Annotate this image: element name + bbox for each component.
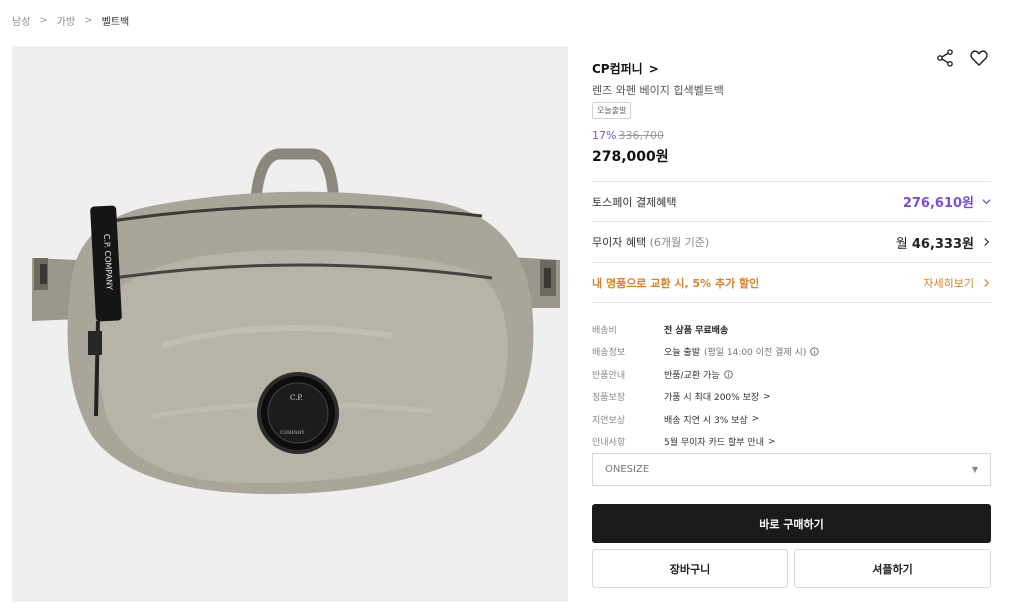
chevron-right-icon: > [648, 61, 659, 76]
detail-row-returns: 반품안내 반품/교환 가능 [592, 363, 991, 386]
installment-benefit-row[interactable]: 무이자 혜택 (6개월 기준) 월 46,333원 [592, 221, 991, 262]
discount-rate: 17% [592, 129, 617, 142]
installment-detail[interactable]: 월 46,333원 [896, 233, 991, 252]
detail-label: 배송정보 [592, 348, 626, 359]
detail-value-wrap: 5월 무이자 카드 할부 안내 > [664, 435, 776, 449]
installment-prefix: 월 [895, 236, 908, 252]
chevron-right-icon: > [763, 391, 771, 402]
price-original-row: 17% 336,700 [592, 129, 664, 142]
detail-label: 지연보상 [592, 415, 626, 426]
installment-value: 46,333원 [911, 236, 974, 252]
chevron-right-icon: > [39, 15, 48, 26]
detail-value-wrap: 가품 시 최대 200% 보장 > [664, 390, 771, 404]
breadcrumb: 남성 > 가방 > 벨트백 [12, 13, 129, 28]
installment-amount: 월 46,333원 [896, 233, 974, 252]
brand-name: CP컴퍼니 [592, 62, 643, 76]
sale-price: 278,000원 [592, 149, 669, 165]
breadcrumb-item-men[interactable]: 남성 [12, 13, 30, 28]
share-shopping-button[interactable]: 셔플하기 [794, 549, 991, 588]
chevron-right-icon [984, 237, 990, 247]
brand-link[interactable]: CP컴퍼니 > [592, 60, 659, 77]
size-select[interactable]: ONESIZE ▼ [592, 453, 991, 486]
chevron-right-icon: > [767, 436, 776, 447]
breadcrumb-item-bags[interactable]: 가방 [57, 13, 75, 28]
detail-label: 반품안내 [592, 370, 626, 381]
exchange-detail-text: 자세히보기 [923, 276, 974, 290]
detail-value-wrap: 반품/교환 가능 [664, 368, 733, 381]
detail-value: 배송 지연 시 3% 보상 [664, 415, 748, 426]
detail-row-shipping-fee: 배송비 전 상품 무료배송 [592, 318, 991, 341]
chevron-right-icon [984, 278, 990, 287]
installment-label: 무이자 혜택 [592, 236, 647, 249]
size-select-value: ONESIZE [605, 464, 650, 475]
share-icon[interactable] [935, 48, 955, 68]
svg-text:COMPANY: COMPANY [280, 430, 306, 436]
info-icon[interactable] [723, 370, 733, 379]
exchange-discount-row[interactable]: 내 명품으로 교환 시, 5% 추가 할인 자세히보기 [592, 262, 991, 303]
detail-row-delay-comp[interactable]: 지연보상 배송 지연 시 3% 보상 > [592, 408, 991, 431]
exchange-detail-link[interactable]: 자세히보기 [923, 275, 991, 291]
shipping-badge: 오늘출발 [592, 102, 632, 119]
detail-note: (평일 14:00 이전 결제 시) [703, 348, 807, 359]
exchange-discount-label: 내 명품으로 교환 시, 5% 추가 할인 [592, 276, 760, 290]
detail-row-notice[interactable]: 안내사항 5월 무이자 카드 할부 안내 > [592, 431, 991, 454]
info-icon[interactable] [810, 347, 820, 356]
tosspay-price: 276,610원 [902, 196, 974, 211]
buy-now-button[interactable]: 바로 구매하기 [592, 504, 991, 543]
chevron-right-icon: > [84, 15, 93, 26]
action-icons [935, 48, 989, 68]
detail-value: 가품 시 최대 200% 보장 [664, 393, 760, 404]
detail-label: 정품보장 [592, 393, 626, 404]
belt-bag-illustration: C.P. COMPANY C.P. COMPANY [32, 148, 560, 495]
detail-value: 오늘 출발 [664, 348, 700, 359]
add-to-cart-button[interactable]: 장바구니 [592, 549, 788, 588]
chevron-right-icon: > [751, 414, 760, 425]
original-price: 336,700 [618, 129, 664, 142]
installment-label-wrap: 무이자 혜택 (6개월 기준) [592, 234, 709, 250]
caret-down-icon: ▼ [971, 465, 978, 474]
product-image: C.P. COMPANY C.P. COMPANY [12, 46, 568, 602]
detail-value: 전 상품 무료배송 [664, 325, 729, 336]
tosspay-toggle[interactable]: 276,610원 [903, 192, 991, 211]
svg-text:C.P.: C.P. [290, 394, 303, 402]
detail-row-shipping-info: 배송정보 오늘 출발 (평일 14:00 이전 결제 시) [592, 341, 991, 364]
detail-label: 배송비 [592, 325, 617, 336]
shipping-details: 배송비 전 상품 무료배송 배송정보 오늘 출발 (평일 14:00 이전 결제… [592, 318, 991, 453]
detail-value-wrap: 오늘 출발 (평일 14:00 이전 결제 시) [664, 345, 820, 359]
tosspay-label: 토스페이 결제혜택 [592, 195, 677, 209]
breadcrumb-item-beltbag[interactable]: 벨트백 [102, 13, 130, 28]
detail-value: 반품/교환 가능 [664, 370, 720, 381]
tosspay-benefit-row[interactable]: 토스페이 결제혜택 276,610원 [592, 181, 991, 221]
detail-label: 안내사항 [592, 438, 626, 449]
product-name: 렌즈 와펜 베이지 힙색벨트백 [592, 84, 724, 97]
detail-row-authenticity[interactable]: 정품보장 가품 시 최대 200% 보장 > [592, 386, 991, 409]
detail-value: 5월 무이자 카드 할부 안내 [664, 438, 764, 449]
installment-note: (6개월 기준) [649, 236, 710, 249]
detail-value-wrap: 배송 지연 시 3% 보상 > [664, 413, 759, 426]
chevron-down-icon [982, 199, 991, 205]
heart-icon[interactable] [969, 48, 989, 68]
